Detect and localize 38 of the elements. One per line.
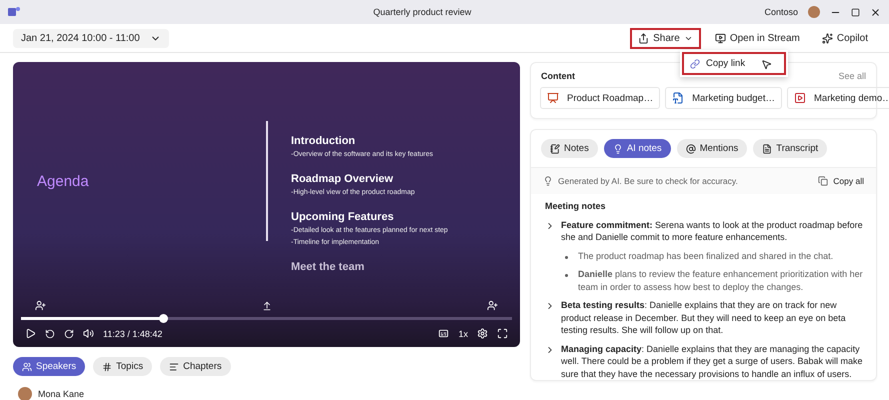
section-heading: Meet the team bbox=[291, 261, 366, 273]
copilot-button[interactable]: Copilot bbox=[814, 28, 876, 48]
tab[interactable]: Topics bbox=[93, 357, 152, 376]
speed-button[interactable]: 1x bbox=[458, 328, 468, 338]
slide-title: Agenda bbox=[37, 172, 90, 190]
file-item[interactable]: Marketing budget… bbox=[665, 87, 782, 109]
note-text: Danielle plans to review the feature enhancement prioritization with her team in order to assess how best to deploy the changes. bbox=[578, 268, 864, 293]
user-name: Contoso bbox=[764, 7, 798, 17]
time-display: 11:23 / 1:48:42 bbox=[103, 328, 162, 338]
card-title: Content bbox=[541, 71, 575, 81]
note-text: Managing capacity: Danielle explains that they are managing the capacity well. There could be a problem if they get a surge of users. Babak will make sure that they have the necessary provisions to handle an influx of users. bbox=[561, 342, 864, 380]
stream-button[interactable]: Open in Stream bbox=[706, 28, 808, 48]
see-all-link[interactable]: See all bbox=[838, 71, 866, 81]
share-button[interactable]: Share bbox=[630, 28, 701, 48]
section-heading: Roadmap Overview bbox=[291, 173, 394, 185]
window-title: Quarterly product review bbox=[373, 7, 472, 17]
tab[interactable]: Chapters bbox=[160, 357, 231, 376]
file-name: Product Roadmap… bbox=[567, 92, 654, 104]
tab[interactable]: Transcript bbox=[753, 139, 828, 158]
tab[interactable]: Speakers bbox=[13, 357, 86, 376]
date-dropdown[interactable]: Jan 21, 2024 10:00 - 11:00 bbox=[13, 28, 169, 48]
menu-item[interactable]: Copy link bbox=[682, 52, 786, 75]
file-item[interactable]: Marketing demo… bbox=[787, 87, 889, 109]
note-text: The product roadmap has been finalized and shared in the chat. bbox=[578, 250, 834, 262]
tab[interactable]: AI notes bbox=[604, 139, 671, 158]
file-name: Marketing budget… bbox=[692, 92, 775, 104]
note-text: Feature commitment: Serena wants to look at the product roadmap before she and Danielle commit to more feature enhancements. bbox=[561, 218, 864, 244]
tab[interactable]: Mentions bbox=[676, 139, 748, 158]
tab[interactable]: Notes bbox=[541, 139, 598, 158]
section-heading: Upcoming Features bbox=[291, 211, 395, 223]
file-item[interactable]: Product Roadmap… bbox=[540, 87, 660, 109]
copy-all-button[interactable]: Copy all bbox=[833, 176, 864, 186]
speaker-name: Mona Kane bbox=[38, 389, 84, 399]
note-text: Beta testing results: Danielle explains that they are on track for new product release in December. But they will need to keep an eye on beta testing results. She will follow up on that. bbox=[561, 299, 847, 336]
section-heading: Introduction bbox=[291, 135, 356, 147]
notes-heading: Meeting notes bbox=[545, 201, 606, 211]
ai-disclaimer: Generated by AI. Be sure to check for accuracy. bbox=[558, 176, 738, 186]
file-name: Marketing demo… bbox=[814, 92, 889, 104]
